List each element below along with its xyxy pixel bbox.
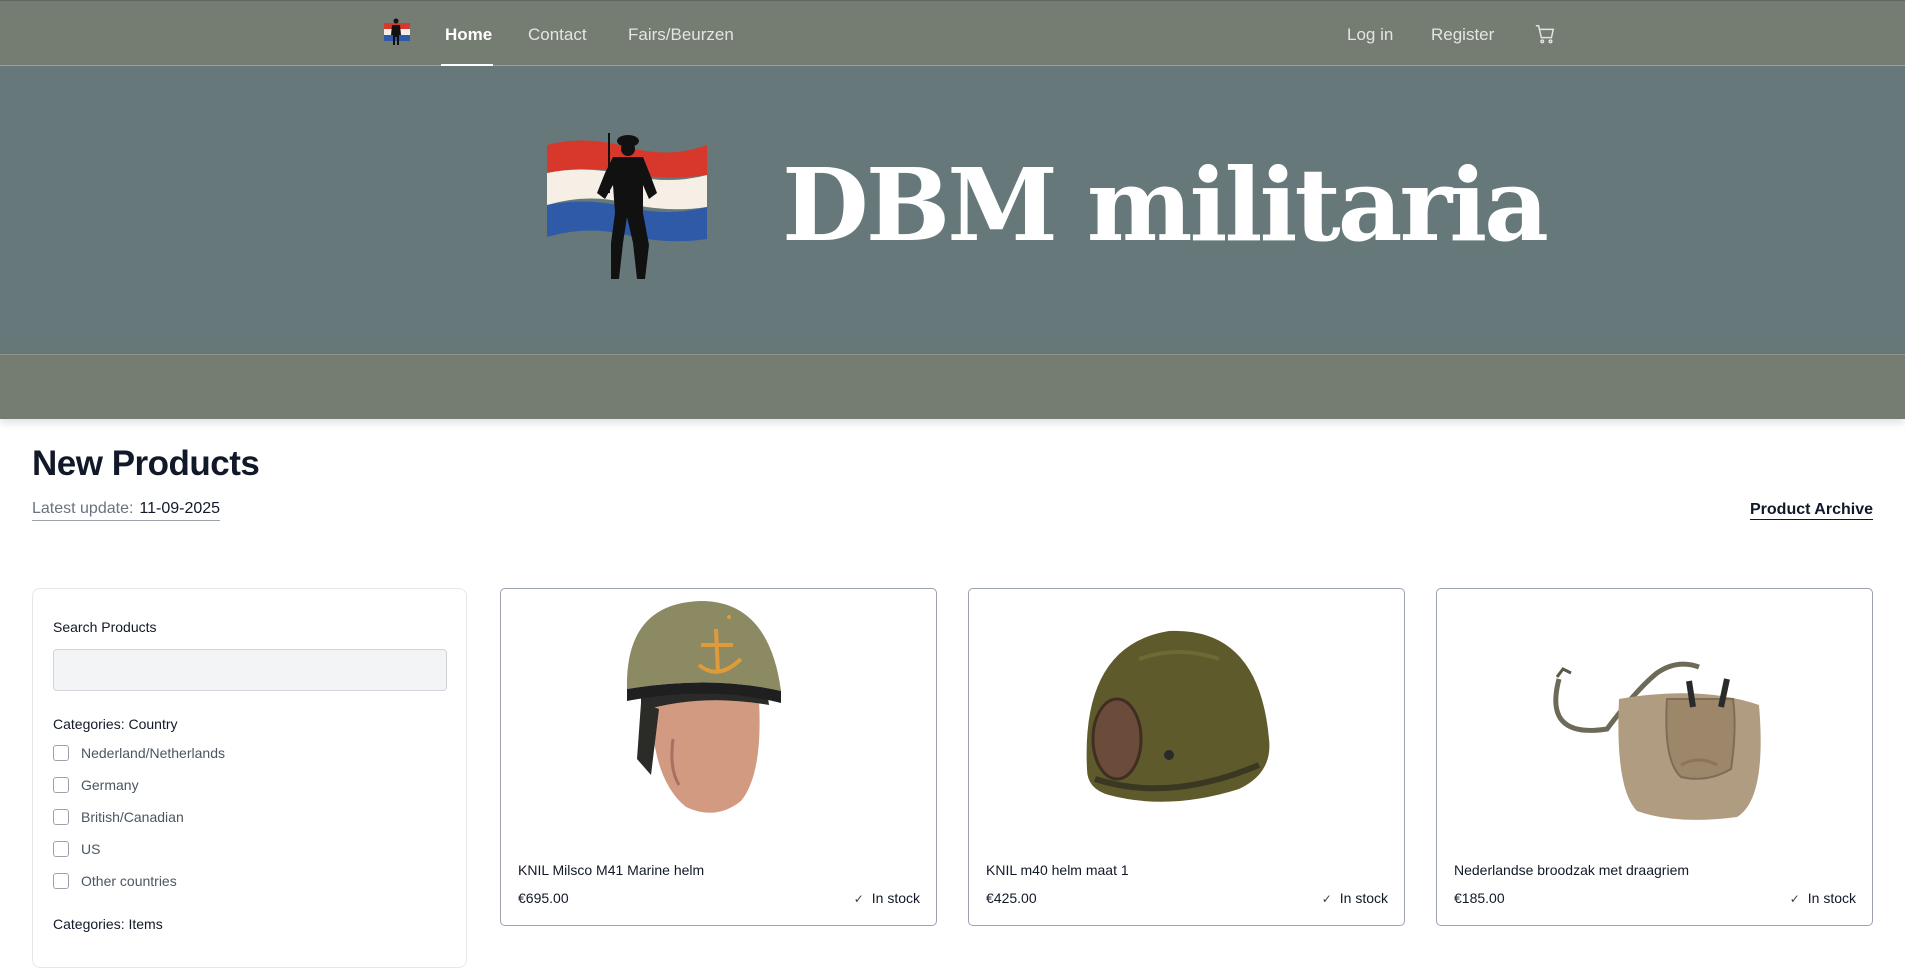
stock-label: In stock [1339, 890, 1388, 906]
checkbox-label: Nederland/Netherlands [81, 745, 225, 761]
product-card[interactable]: Nederlandse broodzak met draagriem €185.… [1436, 588, 1873, 926]
filter-country-germany[interactable]: Germany [53, 775, 139, 795]
product-archive-link[interactable]: Product Archive [1750, 501, 1873, 520]
product-name[interactable]: KNIL m40 helm maat 1 [986, 862, 1129, 878]
checkbox-label: Other countries [81, 873, 177, 889]
check-icon: ✓ [853, 892, 864, 906]
filter-sidebar: Search Products Categories: Country Nede… [32, 588, 467, 968]
nav-contact[interactable]: Contact [528, 25, 587, 45]
hero-lower-band [0, 354, 1905, 419]
stock-label: In stock [1807, 890, 1856, 906]
latest-update: Latest update: 11-09-2025 [32, 500, 221, 521]
filter-country-netherlands[interactable]: Nederland/Netherlands [53, 743, 225, 763]
helmet-image [1086, 630, 1270, 802]
product-price: €425.00 [986, 890, 1037, 906]
checkbox-label: British/Canadian [81, 809, 184, 825]
checkbox-label: Germany [81, 777, 139, 793]
register-link[interactable]: Register [1431, 25, 1494, 45]
bread-bag-image [1553, 661, 1761, 820]
site-title: DBM militaria [782, 146, 1549, 264]
check-icon: ✓ [1321, 892, 1332, 906]
product-name[interactable]: KNIL Milsco M41 Marine helm [518, 862, 704, 878]
stock-status: ✓ In stock [854, 890, 920, 906]
item-categories-heading: Categories: Items [53, 916, 163, 932]
stock-status: ✓ In stock [1322, 890, 1388, 906]
search-label: Search Products [53, 619, 157, 635]
page-title: New Products [32, 444, 260, 483]
checkbox[interactable] [53, 809, 69, 825]
shopping-cart-icon[interactable] [1534, 23, 1556, 45]
stock-label: In stock [871, 890, 920, 906]
checkbox[interactable] [53, 745, 69, 761]
helmet-on-mannequin-image [626, 601, 781, 813]
login-link[interactable]: Log in [1347, 25, 1393, 45]
checkbox-label: US [81, 841, 101, 857]
top-navigation: Home Contact Fairs/Beurzen Log in Regist… [0, 0, 1905, 66]
product-price: €185.00 [1454, 890, 1505, 906]
stock-status: ✓ In stock [1790, 890, 1856, 906]
flag-soldier-logo-icon[interactable] [383, 17, 411, 47]
latest-update-label: Latest update: [32, 500, 134, 517]
hero-banner: DBM militaria [0, 66, 1905, 354]
flag-soldier-logo-icon [547, 133, 707, 279]
product-card[interactable]: KNIL Milsco M41 Marine helm €695.00 ✓ In … [500, 588, 937, 926]
check-icon: ✓ [1789, 892, 1800, 906]
product-name[interactable]: Nederlandse broodzak met draagriem [1454, 862, 1689, 878]
product-price: €695.00 [518, 890, 569, 906]
nav-fairs[interactable]: Fairs/Beurzen [628, 25, 734, 45]
product-card[interactable]: KNIL m40 helm maat 1 €425.00 ✓ In stock [968, 588, 1405, 926]
checkbox[interactable] [53, 841, 69, 857]
filter-country-us[interactable]: US [53, 839, 100, 859]
checkbox[interactable] [53, 777, 69, 793]
filter-country-british-canadian[interactable]: British/Canadian [53, 807, 184, 827]
country-categories-heading: Categories: Country [53, 716, 178, 732]
nav-home[interactable]: Home [445, 25, 492, 45]
search-input[interactable] [53, 649, 447, 691]
latest-update-value: 11-09-2025 [139, 500, 221, 517]
checkbox[interactable] [53, 873, 69, 889]
filter-country-other[interactable]: Other countries [53, 871, 177, 891]
